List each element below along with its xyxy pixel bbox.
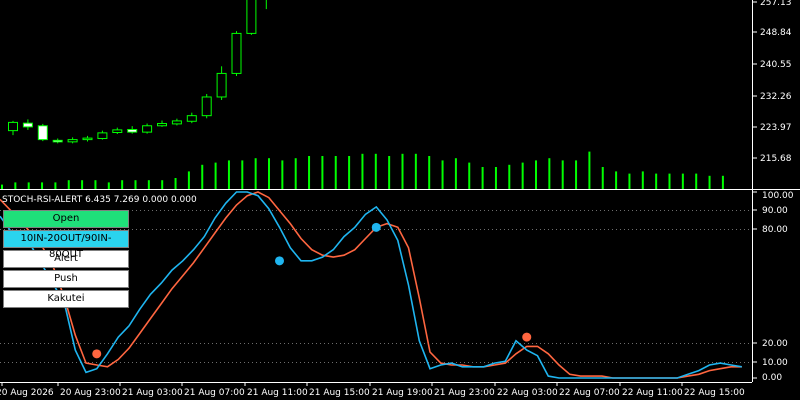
- time-label: 21 Aug 23:00: [434, 388, 495, 398]
- price-label: 248.84: [760, 28, 792, 38]
- time-label: 21 Aug 15:00: [309, 388, 370, 398]
- candle-body: [127, 129, 138, 133]
- candle: [246, 0, 257, 35]
- level-label: 80.00: [762, 225, 788, 235]
- time-label: 21 Aug 19:00: [372, 388, 433, 398]
- price-label: 215.68: [760, 154, 792, 164]
- candle-body: [52, 139, 63, 143]
- time-label: 21 Aug 07:00: [184, 388, 245, 398]
- level-label: 10.00: [762, 358, 788, 368]
- candle-body: [37, 125, 48, 141]
- candle-body: [186, 115, 197, 122]
- candle-body: [231, 32, 242, 74]
- level-label: 90.00: [762, 206, 788, 216]
- level-label: 20.00: [762, 339, 788, 349]
- candle-body: [112, 129, 123, 133]
- buy-signal-marker: [275, 256, 284, 266]
- candle-body: [142, 125, 153, 133]
- time-label: 20 Aug 2026: [0, 388, 54, 398]
- level-mode-button[interactable]: 10IN-20OUT/90IN-80OUT: [3, 230, 129, 260]
- candle-body: [67, 139, 78, 143]
- sell-signal-marker: [92, 349, 102, 359]
- indicator-header: STOCH-RSI-ALERT 6.435 7.269 0.000 0.000: [2, 195, 197, 205]
- time-label: 22 Aug 15:00: [684, 388, 745, 398]
- candle-body: [157, 123, 167, 127]
- candle-body: [246, 0, 257, 34]
- time-label: 20 Aug 23:00: [60, 388, 121, 398]
- kakutei-button[interactable]: Kakutei: [3, 290, 129, 308]
- time-label: 21 Aug 11:00: [247, 388, 308, 398]
- alert-button[interactable]: Alert: [3, 250, 129, 268]
- candle-body: [171, 120, 182, 125]
- ea-control-panel: Open 10IN-20OUT/90IN-80OUT Alert Push Ka…: [3, 210, 129, 310]
- time-label: 22 Aug 03:00: [497, 388, 558, 398]
- candle-body: [97, 132, 108, 139]
- time-label: 21 Aug 03:00: [122, 388, 183, 398]
- price-label: 232.26: [760, 92, 792, 102]
- candle: [37, 123, 48, 142]
- time-label: 22 Aug 11:00: [622, 388, 683, 398]
- level-label: 100.00: [762, 191, 794, 201]
- candle-body: [22, 122, 33, 128]
- price-label: 257.13: [760, 0, 792, 8]
- price-label: 240.55: [760, 60, 792, 70]
- candle-body: [82, 137, 93, 141]
- price-label: 223.97: [760, 123, 792, 133]
- buy-signal-marker: [371, 222, 381, 232]
- candle-body: [201, 96, 212, 117]
- candle-body: [8, 121, 18, 132]
- candle-body: [216, 72, 227, 98]
- trading-terminal-chart[interactable]: 257.13 248.84 240.55 232.26 223.97 215.6…: [0, 0, 800, 400]
- level-label: 0.00: [762, 373, 782, 383]
- time-label: 22 Aug 07:00: [559, 388, 620, 398]
- candle: [231, 31, 242, 77]
- open-button[interactable]: Open: [3, 210, 129, 228]
- push-button[interactable]: Push: [3, 270, 129, 288]
- sell-signal-marker: [522, 332, 532, 342]
- candle: [201, 93, 212, 119]
